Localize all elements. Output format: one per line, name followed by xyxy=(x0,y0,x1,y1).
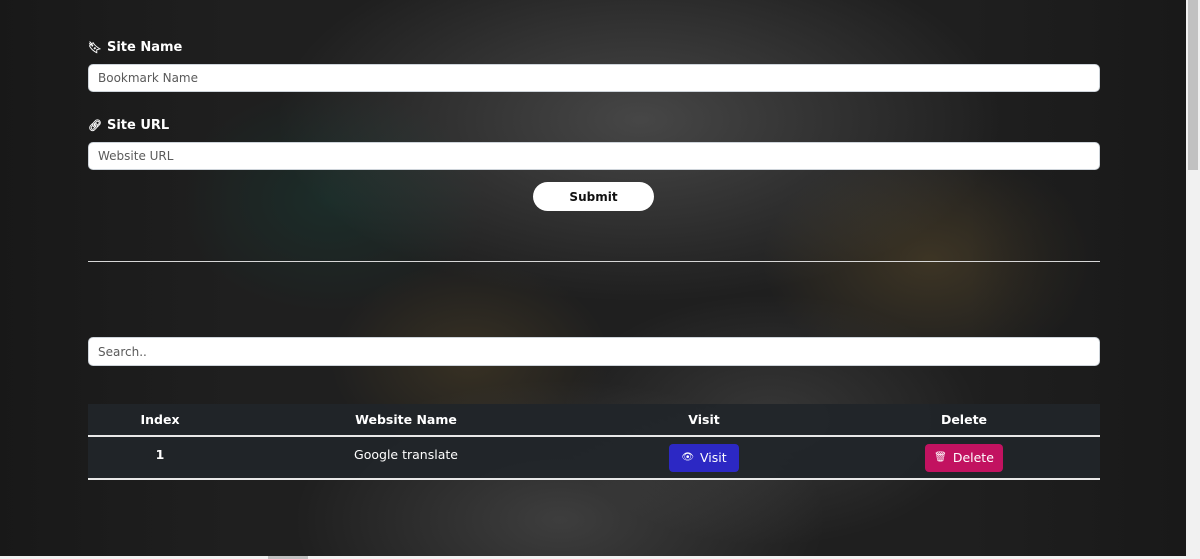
site-name-label: 🔖︎ Site Name xyxy=(88,40,182,55)
header-delete: Delete xyxy=(828,404,1100,437)
row-visit-cell: 👁︎ Visit xyxy=(580,436,828,480)
header-visit: Visit xyxy=(580,404,828,437)
header-index: Index xyxy=(88,404,232,437)
row-delete-cell: 🗑︎ Delete xyxy=(828,436,1100,480)
search-input[interactable] xyxy=(88,337,1100,366)
row-index: 1 xyxy=(88,436,232,480)
delete-button-label: Delete xyxy=(952,450,994,465)
eye-icon: 👁︎ xyxy=(681,452,695,463)
table-header-row: Index Website Name Visit Delete xyxy=(88,404,1100,437)
vertical-scrollbar[interactable] xyxy=(1186,0,1200,559)
vertical-scrollbar-thumb[interactable] xyxy=(1188,0,1198,170)
site-name-label-text: Site Name xyxy=(106,40,183,55)
site-name-input[interactable] xyxy=(88,64,1100,92)
delete-button[interactable]: 🗑︎ Delete xyxy=(925,443,1003,472)
bookmark-icon: 🔖︎ xyxy=(88,41,102,54)
bookmarks-table: Index Website Name Visit Delete 1 Google… xyxy=(88,404,1100,480)
site-url-input[interactable] xyxy=(88,142,1100,170)
row-website-name: Google translate xyxy=(232,436,580,480)
header-website-name: Website Name xyxy=(232,404,580,437)
divider xyxy=(88,261,1100,262)
trash-icon: 🗑︎ xyxy=(934,452,947,463)
link-icon: 🔗︎ xyxy=(88,119,102,132)
site-url-label-text: Site URL xyxy=(106,118,170,133)
table-row: 1 Google translate 👁︎ Visit 🗑︎ Delete xyxy=(88,436,1100,480)
site-url-label: 🔗︎ Site URL xyxy=(88,118,169,133)
submit-button[interactable]: Submit xyxy=(533,182,654,211)
visit-button-label: Visit xyxy=(700,450,727,465)
visit-button[interactable]: 👁︎ Visit xyxy=(669,443,739,472)
